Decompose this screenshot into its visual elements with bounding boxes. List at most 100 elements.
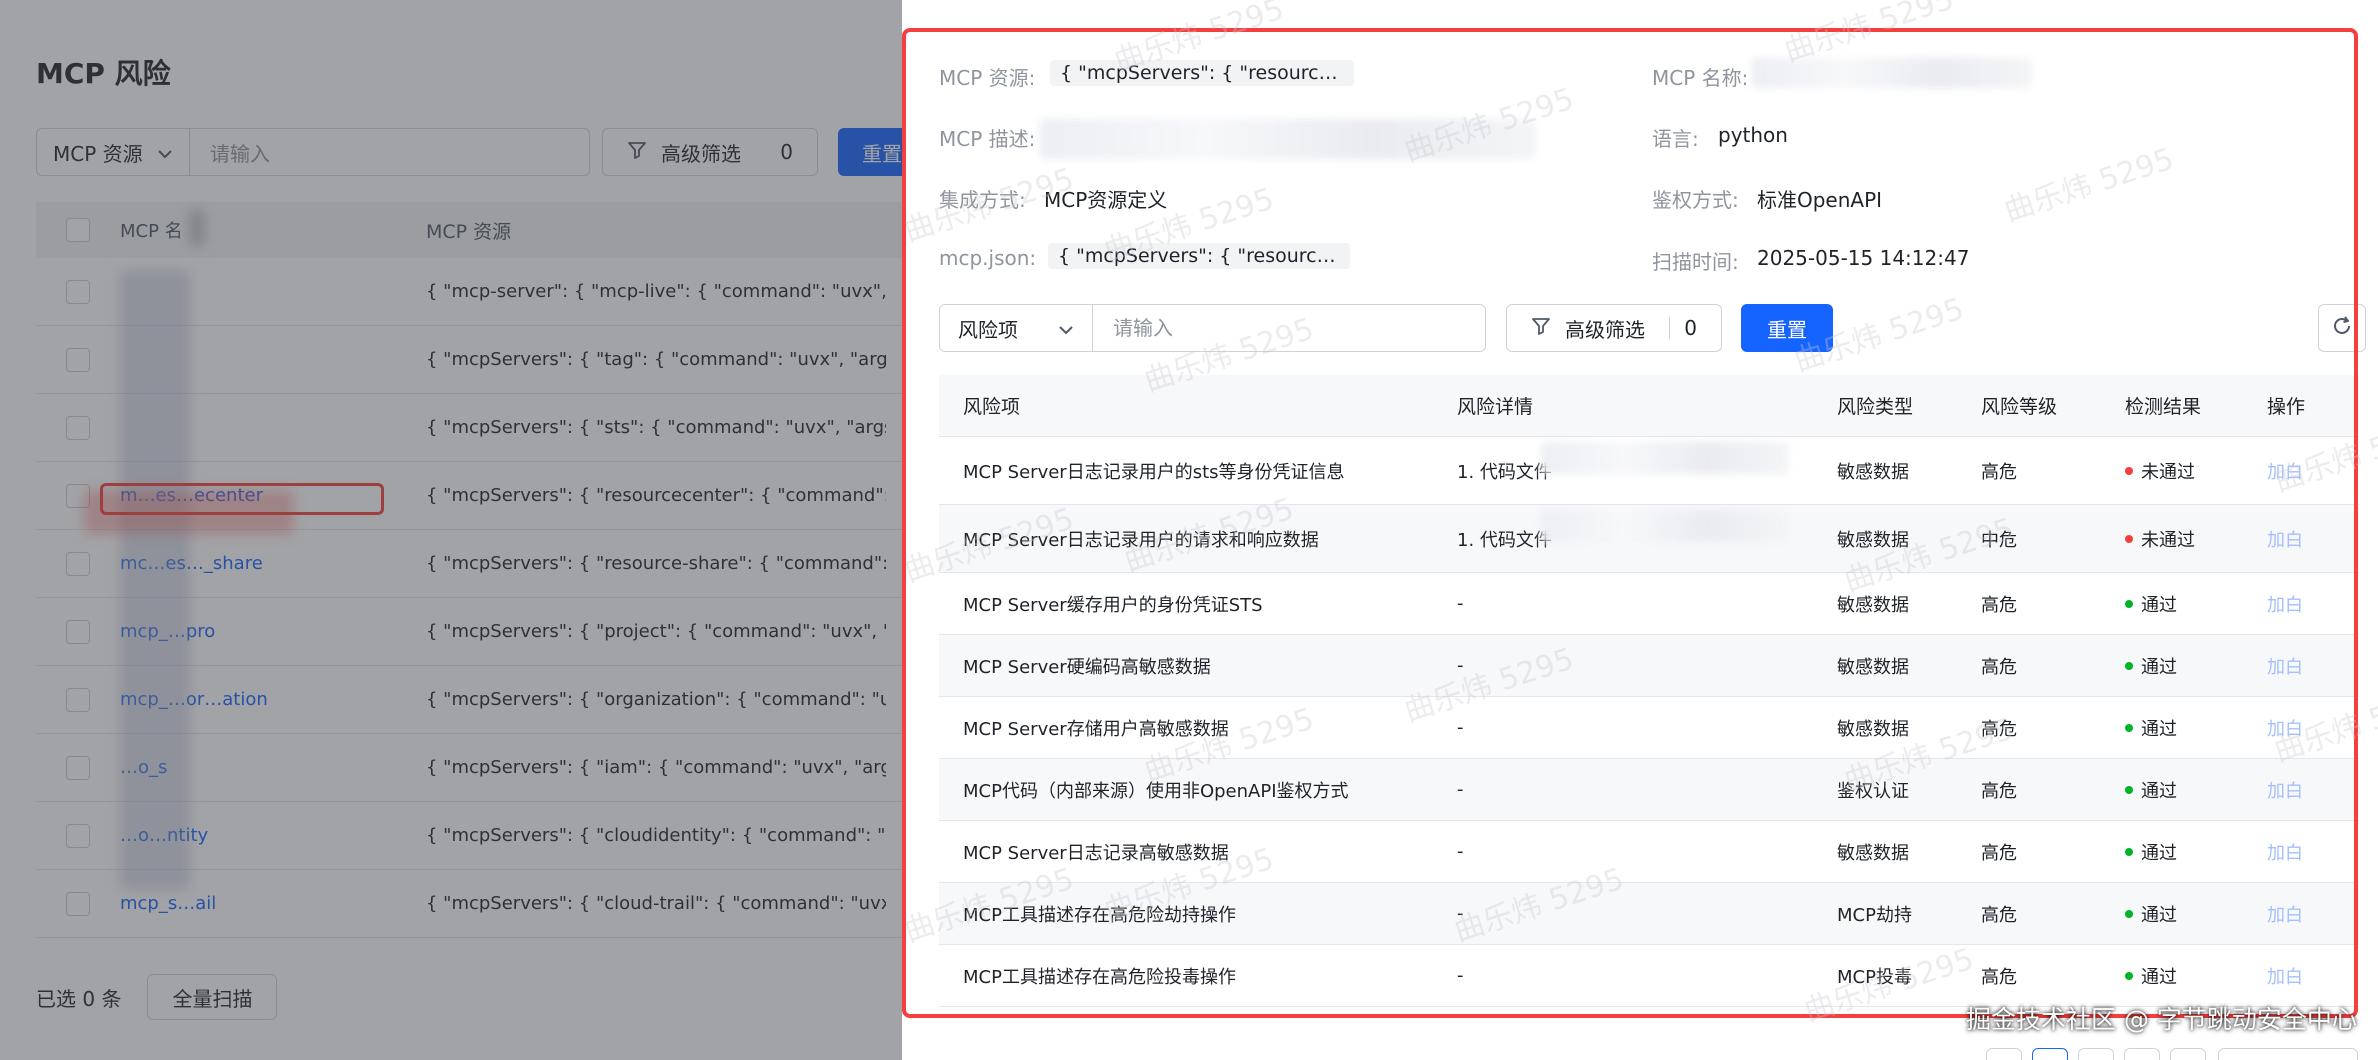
- risk-search-input[interactable]: [1092, 304, 1486, 352]
- source-credit: 掘金技术社区 @ 字节跳动安全中心: [1966, 1005, 2357, 1034]
- auth-label: 鉴权方式:: [1652, 188, 1739, 212]
- whitelist-button[interactable]: 加白: [2267, 777, 2347, 803]
- risk-detail-cell: -: [1445, 593, 1837, 614]
- risk-item-cell: MCP Server缓存用户的身份凭证STS: [963, 594, 1263, 616]
- check-result-cell: 通过: [2125, 963, 2267, 989]
- redaction-blur: [1541, 509, 1789, 542]
- risk-detail-cell: -: [1445, 717, 1837, 738]
- risk-detail-cell: -: [1445, 965, 1837, 986]
- risk-level-cell: 高危: [1981, 904, 2017, 926]
- pagination-page[interactable]: [2124, 1048, 2160, 1060]
- col-check-result: 检测结果: [2125, 396, 2202, 418]
- whitelist-button[interactable]: 加白: [2267, 715, 2347, 741]
- whitelist-button[interactable]: 加白: [2267, 653, 2347, 679]
- pagination-page[interactable]: [2078, 1048, 2114, 1060]
- check-result-text: 通过: [2141, 656, 2177, 678]
- check-result-cell: 通过: [2125, 777, 2267, 803]
- risk-table-header: 风险项 风险详情 风险类型 风险等级 检测结果 操作: [939, 375, 2359, 437]
- check-result-text: 通过: [2141, 966, 2177, 988]
- status-dot-icon: [2125, 599, 2133, 608]
- language-label: 语言:: [1652, 127, 1699, 151]
- status-dot-icon: [2125, 534, 2133, 543]
- col-operation: 操作: [2267, 396, 2306, 418]
- col-risk-type: 风险类型: [1837, 396, 1914, 418]
- risk-type-cell: MCP劫持: [1837, 904, 1912, 926]
- risk-detail-cell: -: [1445, 903, 1837, 924]
- risk-type-cell: 敏感数据: [1837, 656, 1909, 678]
- whitelist-button[interactable]: 加白: [2267, 839, 2347, 865]
- risk-table: 风险项 风险详情 风险类型 风险等级 检测结果 操作 MCP Server日志记…: [939, 375, 2359, 1007]
- whitelist-button[interactable]: 加白: [2267, 458, 2347, 484]
- risk-item-cell: MCP Server日志记录高敏感数据: [963, 842, 1229, 864]
- whitelist-button[interactable]: 加白: [2267, 963, 2347, 989]
- risk-level-cell: 高危: [1981, 718, 2017, 740]
- risk-item-cell: MCP Server存储用户高敏感数据: [963, 718, 1229, 740]
- mcpjson-value[interactable]: { "mcpServers": { "resourcecent...: [1048, 243, 1350, 269]
- language-value: python: [1718, 123, 1788, 147]
- risk-detail-text: -: [1457, 965, 1464, 986]
- table-row: MCP Server日志记录高敏感数据 - 敏感数据 高危 通过 加白: [939, 821, 2359, 883]
- risk-detail-text: -: [1457, 841, 1464, 862]
- risk-level-cell: 高危: [1981, 461, 2017, 483]
- risk-level-cell: 高危: [1981, 656, 2017, 678]
- integration-label: 集成方式:: [939, 188, 1026, 212]
- scan-time-label: 扫描时间:: [1652, 250, 1739, 274]
- resource-label: MCP 资源:: [939, 66, 1036, 90]
- risk-type-cell: 敏感数据: [1837, 718, 1909, 740]
- advanced-filter-label: 高级筛选: [1565, 317, 1645, 342]
- redaction-blur: [1040, 119, 1536, 159]
- pagination-page[interactable]: [2032, 1048, 2068, 1060]
- col-risk-level: 风险等级: [1981, 396, 2058, 418]
- filter-icon: [1531, 316, 1551, 341]
- check-result-cell: 未通过: [2125, 526, 2267, 552]
- risk-detail-text: 1. 代码文件: [1457, 529, 1552, 551]
- col-risk-item: 风险项: [963, 396, 1021, 418]
- risk-item-cell: MCP工具描述存在高危险劫持操作: [963, 904, 1236, 926]
- check-result-cell: 未通过: [2125, 458, 2267, 484]
- table-row: MCP工具描述存在高危险劫持操作 - MCP劫持 高危 通过 加白: [939, 883, 2359, 945]
- refresh-icon: [2331, 315, 2353, 341]
- mcp-desc-label: MCP 描述:: [939, 127, 1036, 151]
- risk-detail-cell: -: [1445, 841, 1837, 862]
- risk-item-cell: MCP工具描述存在高危险投毒操作: [963, 966, 1236, 988]
- status-dot-icon: [2125, 466, 2133, 475]
- check-result-cell: 通过: [2125, 901, 2267, 927]
- risk-item-cell: MCP Server日志记录用户的sts等身份凭证信息: [963, 461, 1345, 483]
- whitelist-button[interactable]: 加白: [2267, 901, 2347, 927]
- resource-value[interactable]: { "mcpServers": { "resourcecent...: [1050, 60, 1354, 86]
- status-dot-icon: [2125, 661, 2133, 670]
- whitelist-button[interactable]: 加白: [2267, 526, 2347, 552]
- redaction-blur: [1752, 58, 2032, 88]
- risk-table-body: MCP Server日志记录用户的sts等身份凭证信息 1. 代码文件 敏感数据 高危…: [939, 437, 2359, 1007]
- pagination-prev[interactable]: [1986, 1048, 2022, 1060]
- advanced-filter-count: 0: [1684, 316, 1697, 340]
- page-size-select[interactable]: [2218, 1048, 2358, 1060]
- check-result-cell: 通过: [2125, 839, 2267, 865]
- risk-level-cell: 中危: [1981, 529, 2017, 551]
- risk-type-cell: 敏感数据: [1837, 842, 1909, 864]
- status-dot-icon: [2125, 909, 2133, 918]
- risk-detail-text: -: [1457, 593, 1464, 614]
- risk-select-label: 风险项: [958, 317, 1018, 342]
- risk-detail-text: -: [1457, 655, 1464, 676]
- check-result-text: 通过: [2141, 842, 2177, 864]
- check-result-text: 未通过: [2141, 529, 2195, 551]
- risk-item-cell: MCP Server硬编码高敏感数据: [963, 656, 1211, 678]
- reset-button[interactable]: 重置: [1741, 304, 1833, 352]
- mcp-name-label: MCP 名称:: [1652, 66, 1749, 90]
- advanced-filter-button[interactable]: 高级筛选 0: [1506, 304, 1722, 352]
- pagination-next[interactable]: [2170, 1048, 2206, 1060]
- risk-item-select[interactable]: 风险项: [939, 304, 1093, 352]
- integration-value: MCP资源定义: [1044, 188, 1168, 212]
- status-dot-icon: [2125, 847, 2133, 856]
- check-result-text: 通过: [2141, 780, 2177, 802]
- table-row: MCP Server日志记录用户的请求和响应数据 1. 代码文件 敏感数据 中危 未通过…: [939, 505, 2359, 573]
- col-risk-detail: 风险详情: [1457, 396, 1534, 418]
- whitelist-button[interactable]: 加白: [2267, 591, 2347, 617]
- modal-overlay[interactable]: [0, 0, 902, 1060]
- redaction-blur: [1541, 441, 1789, 474]
- risk-type-cell: MCP投毒: [1837, 966, 1912, 988]
- risk-type-cell: 敏感数据: [1837, 529, 1909, 551]
- check-result-cell: 通过: [2125, 591, 2267, 617]
- refresh-button[interactable]: [2318, 304, 2366, 352]
